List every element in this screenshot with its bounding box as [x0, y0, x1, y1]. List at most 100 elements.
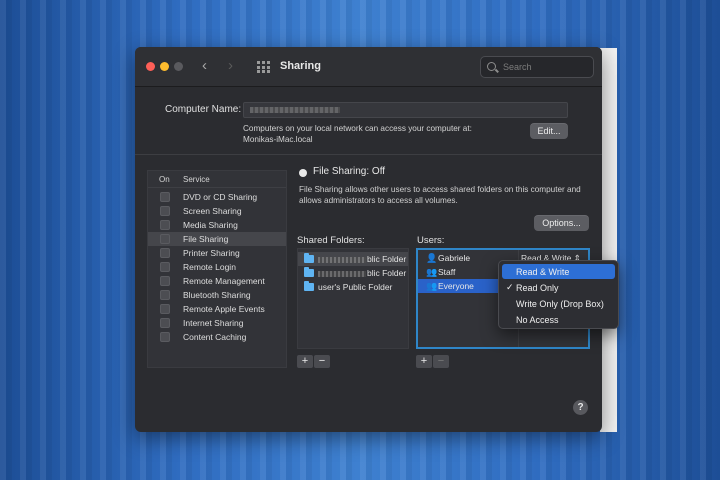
service-row-remote-apple-events[interactable]: Remote Apple Events: [148, 302, 286, 316]
service-row-bluetooth-sharing[interactable]: Bluetooth Sharing: [148, 288, 286, 302]
computer-name-input[interactable]: [243, 102, 568, 118]
service-checkbox[interactable]: [160, 262, 170, 272]
title-bar: ‹ › Sharing Search: [135, 47, 602, 87]
menu-item-read-only[interactable]: ✓ Read Only: [502, 280, 615, 295]
shared-folder-label-wrap: blic Folder: [318, 268, 406, 278]
search-icon: [487, 62, 496, 71]
background-window-edge: [600, 48, 617, 432]
header-service: Service: [183, 175, 210, 184]
status-indicator-icon: [299, 169, 307, 177]
show-all-grid-icon[interactable]: [257, 61, 270, 73]
service-checkbox[interactable]: [160, 304, 170, 314]
file-sharing-desc-line1: File Sharing allows other users to acces…: [299, 185, 581, 194]
header-on: On: [159, 175, 170, 184]
redacted-name: [318, 270, 366, 277]
add-user-button[interactable]: +: [416, 355, 432, 368]
service-row-printer-sharing[interactable]: Printer Sharing: [148, 246, 286, 260]
window-title: Sharing: [280, 60, 321, 72]
remove-folder-button[interactable]: −: [314, 355, 330, 368]
computer-name-label: Computer Name:: [165, 104, 242, 115]
service-row-internet-sharing[interactable]: Internet Sharing: [148, 316, 286, 330]
file-sharing-description: File Sharing allows other users to acces…: [299, 184, 599, 206]
options-button[interactable]: Options...: [534, 215, 589, 231]
service-checkbox[interactable]: [160, 206, 170, 216]
menu-item-label: Read Only: [516, 282, 559, 293]
service-label: Content Caching: [183, 332, 247, 342]
service-row-content-caching[interactable]: Content Caching: [148, 330, 286, 344]
service-label: Screen Sharing: [183, 206, 242, 216]
back-icon[interactable]: ‹: [202, 57, 207, 74]
menu-item-read-write[interactable]: Read & Write: [502, 264, 615, 279]
search-field[interactable]: Search: [480, 56, 594, 78]
service-label: DVD or CD Sharing: [183, 192, 258, 202]
remove-user-button[interactable]: −: [433, 355, 449, 368]
user-label: Staff: [438, 267, 456, 277]
help-button[interactable]: ?: [573, 400, 588, 415]
computer-name-value-redacted: [250, 107, 340, 113]
shared-folder-label-wrap: blic Folder: [318, 254, 406, 264]
service-row-dvd-cd-sharing[interactable]: DVD or CD Sharing: [148, 190, 286, 204]
service-checkbox[interactable]: [160, 332, 170, 342]
edit-button[interactable]: Edit...: [530, 123, 568, 139]
checkmark-icon: ✓: [506, 282, 514, 292]
menu-item-no-access[interactable]: No Access: [502, 312, 615, 327]
users-label: Users:: [417, 235, 445, 246]
group-icon: 👥: [426, 267, 438, 277]
service-label: Printer Sharing: [183, 248, 240, 258]
permission-menu: Read & Write ✓ Read Only Write Only (Dro…: [498, 260, 619, 329]
service-checkbox[interactable]: [160, 318, 170, 328]
file-sharing-desc-line2: allows administrators to access all volu…: [299, 196, 458, 205]
service-label: Remote Management: [183, 276, 265, 286]
service-checkbox[interactable]: [160, 234, 170, 244]
menu-item-label: Read & Write: [516, 266, 570, 277]
service-row-media-sharing[interactable]: Media Sharing: [148, 218, 286, 232]
computer-name-desc-line1: Computers on your local network can acce…: [243, 124, 472, 133]
shared-folder-label: blic Folder: [367, 268, 407, 278]
service-label: Media Sharing: [183, 220, 238, 230]
shared-folder-row[interactable]: blic Folder: [298, 252, 408, 266]
redacted-name: [318, 256, 366, 263]
shared-folders-list: blic Folder blic Folder user's Public Fo…: [297, 248, 409, 349]
add-folder-button[interactable]: +: [297, 355, 313, 368]
menu-item-label: No Access: [516, 314, 559, 325]
service-label: File Sharing: [183, 234, 229, 244]
service-row-remote-login[interactable]: Remote Login: [148, 260, 286, 274]
service-list: On Service DVD or CD Sharing Screen Shar…: [147, 170, 287, 368]
group-icon: 👥: [426, 281, 438, 291]
close-button[interactable]: [146, 62, 155, 71]
user-label: Everyone: [438, 281, 474, 291]
shared-folder-label: user's Public Folder: [318, 282, 393, 292]
user-row-everyone[interactable]: 👥 Everyone: [418, 279, 500, 293]
shared-folders-label: Shared Folders:: [297, 235, 365, 246]
user-label: Gabriele: [438, 253, 471, 263]
folder-icon: [304, 281, 314, 291]
service-checkbox[interactable]: [160, 220, 170, 230]
minimize-button[interactable]: [160, 62, 169, 71]
sharing-window: ‹ › Sharing Search Computer Name: Comput…: [135, 47, 602, 432]
service-label: Remote Login: [183, 262, 236, 272]
service-checkbox[interactable]: [160, 290, 170, 300]
shared-folder-row[interactable]: blic Folder: [298, 266, 408, 280]
local-hostname: Monikas-iMac.local: [243, 135, 313, 144]
service-checkbox[interactable]: [160, 192, 170, 202]
service-checkbox[interactable]: [160, 276, 170, 286]
forward-icon[interactable]: ›: [228, 57, 233, 74]
shared-folder-row[interactable]: user's Public Folder: [298, 280, 408, 294]
shared-folder-label: blic Folder: [367, 254, 407, 264]
service-row-screen-sharing[interactable]: Screen Sharing: [148, 204, 286, 218]
menu-item-label: Write Only (Drop Box): [516, 298, 604, 309]
service-row-file-sharing[interactable]: File Sharing: [148, 232, 286, 246]
service-label: Bluetooth Sharing: [183, 290, 251, 300]
menu-item-write-only[interactable]: Write Only (Drop Box): [502, 296, 615, 311]
zoom-button[interactable]: [174, 62, 183, 71]
service-checkbox[interactable]: [160, 248, 170, 258]
service-row-remote-management[interactable]: Remote Management: [148, 274, 286, 288]
folder-icon: [304, 253, 314, 263]
computer-name-description: Computers on your local network can acce…: [243, 123, 472, 145]
folder-icon: [304, 267, 314, 277]
file-sharing-status: File Sharing: Off: [313, 166, 386, 177]
search-placeholder: Search: [503, 62, 532, 72]
service-label: Remote Apple Events: [183, 304, 265, 314]
user-icon: 👤: [426, 253, 438, 263]
service-label: Internet Sharing: [183, 318, 244, 328]
